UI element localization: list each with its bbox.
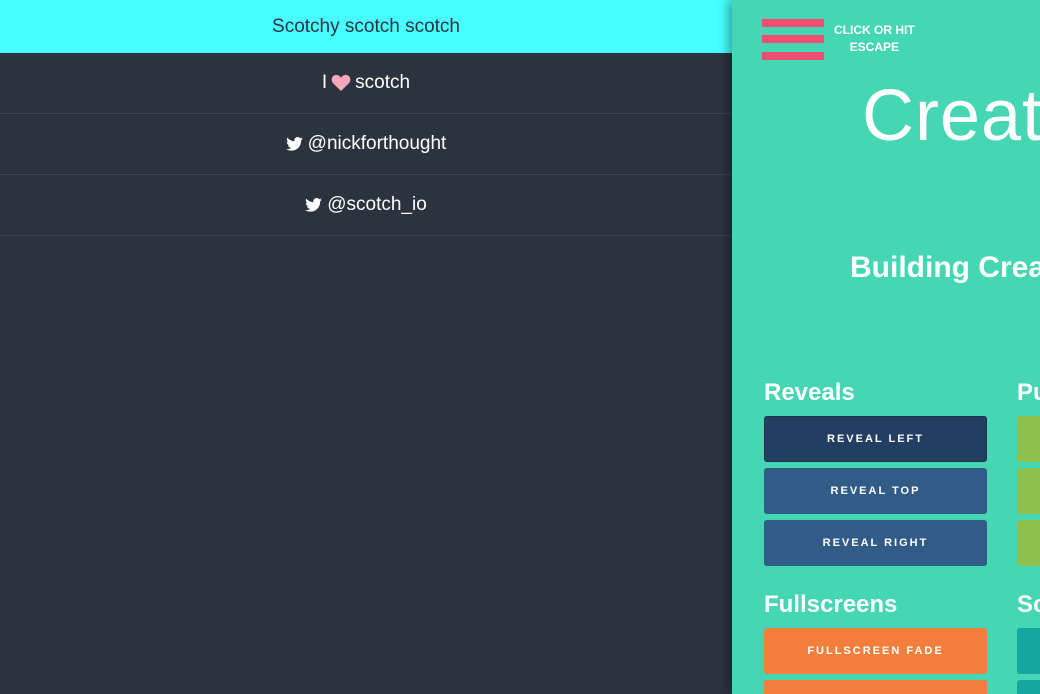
twitter-icon <box>305 198 323 212</box>
section-title-reveals: Reveals <box>764 379 855 406</box>
menu-item-nickforthought[interactable]: @nickforthought <box>0 114 732 175</box>
slide-button-1[interactable] <box>1017 628 1040 674</box>
push-button-1[interactable] <box>1017 416 1040 462</box>
menu-item-love-scotch[interactable]: I scotch <box>0 53 732 114</box>
section-title-fullscreens: Fullscreens <box>764 591 898 618</box>
push-button-3[interactable] <box>1017 520 1040 566</box>
app-root: Scotchy scotch scotch I scotch @nickfort… <box>0 0 1040 694</box>
menu-item-suffix: scotch <box>355 72 411 93</box>
reveal-top-button[interactable]: REVEAL TOP <box>764 468 987 514</box>
menu-title-text: Scotchy scotch scotch <box>272 15 460 37</box>
slide-button-2[interactable] <box>1017 680 1040 694</box>
menu-item-scotch-io[interactable]: @scotch_io <box>0 175 732 236</box>
menu-title: Scotchy scotch scotch <box>0 0 732 53</box>
close-hint-line-2: ESCAPE <box>849 40 900 54</box>
heart-icon <box>331 74 351 92</box>
hamburger-icon[interactable] <box>762 19 824 61</box>
reveal-right-button[interactable]: REVEAL RIGHT <box>764 520 987 566</box>
twitter-icon <box>285 137 303 151</box>
push-button-2[interactable] <box>1017 468 1040 514</box>
menu-item-label: @scotch_io <box>327 194 427 215</box>
reveal-left-button[interactable]: REVEAL LEFT <box>764 416 987 462</box>
section-title-slides: Sc <box>1017 591 1040 618</box>
hero-subtitle: Building Creati <box>850 251 1040 284</box>
menu-item-prefix: I <box>321 72 328 93</box>
fullscreen-button-2[interactable] <box>764 680 987 694</box>
hero-title: Creat <box>862 76 1040 156</box>
close-hint: CLICK OR HIT ESCAPE <box>834 22 915 56</box>
content-panel: CLICK OR HIT ESCAPE Creat Building Creat… <box>732 0 1040 694</box>
section-title-pushes: Pu <box>1017 379 1040 406</box>
close-hint-line-1: CLICK OR HIT <box>834 23 915 37</box>
side-menu: Scotchy scotch scotch I scotch @nickfort… <box>0 0 732 694</box>
menu-item-label: @nickforthought <box>307 133 447 154</box>
fullscreen-fade-button[interactable]: FULLSCREEN FADE <box>764 628 987 674</box>
